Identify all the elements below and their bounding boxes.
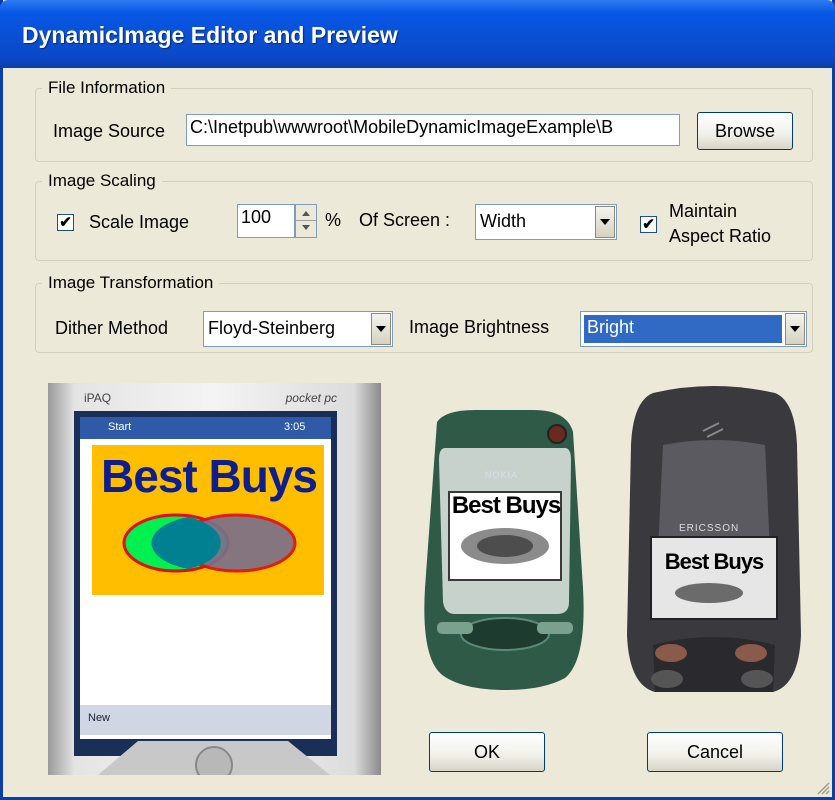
scale-image-checkbox[interactable]: ✔ [57, 214, 74, 231]
spin-up-icon[interactable] [296, 205, 316, 221]
scale-image-label: Scale Image [89, 212, 190, 232]
screen-dimension-value: Width [480, 211, 527, 231]
dialog-window: DynamicImage Editor and Preview File Inf… [0, 0, 835, 800]
image-brightness-label: Image Brightness [409, 317, 550, 337]
nokia-device-image [424, 410, 584, 690]
maintain-aspect-label-line1: Maintain [669, 201, 738, 221]
screen-dimension-select[interactable]: Width [475, 204, 617, 240]
maintain-aspect-checkbox[interactable]: ✔ [640, 216, 657, 233]
window-title: DynamicImage Editor and Preview [22, 22, 398, 48]
pocketpc-preview: iPAQ pocket pc Start 3:05 Best Buys New [48, 383, 381, 775]
ericsson-brand-label: ERICSSON [679, 523, 740, 534]
scale-percent-input[interactable]: 100 [237, 204, 295, 238]
ericsson-preview: ERICSSON Best Buys [623, 385, 805, 692]
maintain-aspect-label-line2: Aspect Ratio [669, 226, 772, 246]
chevron-down-icon[interactable] [371, 313, 391, 345]
dither-method-select[interactable]: Floyd-Steinberg [203, 311, 393, 347]
nokia-preview: NOKIA Best Buys [415, 408, 593, 690]
image-transformation-legend: Image Transformation [48, 273, 214, 292]
of-screen-label: Of Screen : [359, 210, 451, 230]
chevron-down-icon[interactable] [785, 313, 805, 345]
ericsson-best-buys-text: Best Buys [664, 549, 765, 574]
pocketpc-best-buys-text: Best Buys [101, 450, 318, 502]
image-brightness-select[interactable]: Bright [580, 311, 807, 347]
chevron-down-icon[interactable] [595, 206, 615, 238]
ericsson-device-image [627, 386, 801, 692]
image-source-input[interactable]: C:\Inetpub\wwwroot\MobileDynamicImageExa… [186, 114, 680, 146]
percent-spinner[interactable] [295, 204, 317, 238]
pocketpc-model-label: pocket pc [285, 391, 337, 405]
image-brightness-value: Bright [584, 315, 782, 343]
pocketpc-start-label: Start [108, 421, 132, 433]
title-bar[interactable]: DynamicImage Editor and Preview [0, 0, 835, 68]
pocketpc-time-label: 3:05 [284, 421, 306, 433]
nokia-brand-label: NOKIA [485, 470, 519, 480]
cancel-button[interactable]: Cancel [647, 732, 783, 772]
pocketpc-new-label: New [88, 712, 111, 724]
browse-button[interactable]: Browse [697, 112, 793, 150]
percent-symbol: % [325, 210, 342, 230]
dither-method-value: Floyd-Steinberg [208, 318, 336, 338]
pocketpc-brand-label: iPAQ [84, 391, 112, 405]
dither-method-label: Dither Method [55, 318, 169, 338]
image-source-label: Image Source [53, 121, 166, 141]
ok-button[interactable]: OK [429, 732, 545, 772]
image-scaling-legend: Image Scaling [48, 171, 156, 190]
resize-grip-icon[interactable] [814, 779, 830, 795]
spin-down-icon[interactable] [296, 221, 316, 237]
file-information-legend: File Information [48, 78, 166, 97]
nokia-best-buys-text: Best Buys [451, 492, 561, 519]
